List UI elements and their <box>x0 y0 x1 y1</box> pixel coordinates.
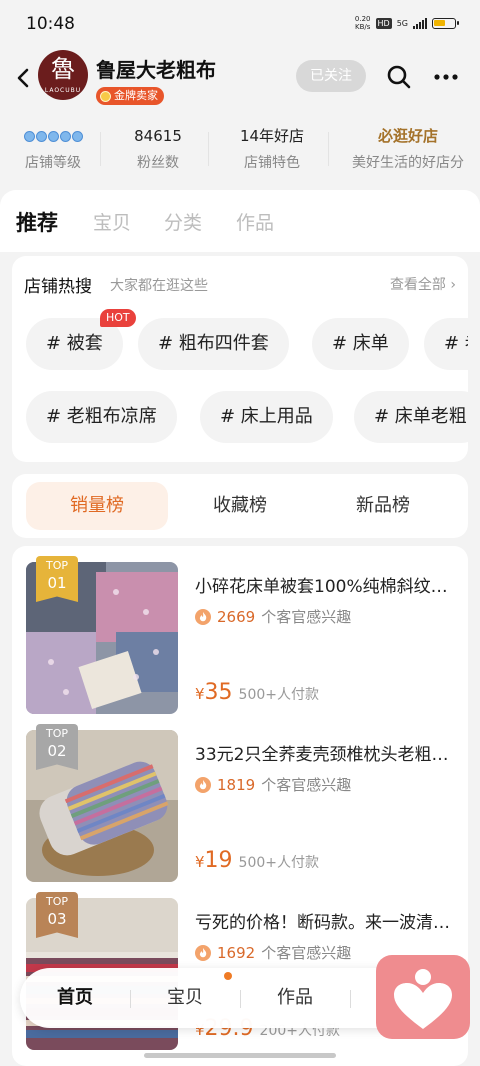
hot-chip[interactable]: # 老粗布凉席 <box>26 391 177 443</box>
stat-good-shop[interactable]: 必逛好店 美好生活的好店分 <box>336 120 480 174</box>
product-title[interactable]: 小碎花床单被套100%纯棉斜纹老粗布四件套 <box>195 572 453 597</box>
tab-recommend[interactable]: 推荐 <box>16 207 58 237</box>
stat-shop-level[interactable]: 店铺等级 <box>18 120 88 174</box>
network-type: 5G <box>396 18 408 28</box>
see-all-link[interactable]: 查看全部 › <box>390 274 456 294</box>
hot-tag: HOT <box>100 309 136 327</box>
battery-icon <box>432 17 459 29</box>
medal-icon <box>100 90 111 102</box>
nav-works[interactable]: 作品 <box>240 968 350 1028</box>
favorite-button[interactable] <box>376 955 470 1039</box>
shop-logo[interactable]: 魯 LAOCUBU <box>38 50 88 100</box>
nav-home[interactable]: 首页 <box>20 968 130 1028</box>
fire-icon <box>195 608 211 625</box>
interest-count: 1819 个客官感兴趣 <box>195 774 351 795</box>
hot-chip[interactable]: # 老 <box>424 318 468 370</box>
hd-icon: HD <box>375 17 392 29</box>
product-item[interactable]: TOP 02 33元2只全荞麦壳颈椎枕头老粗布枕套 1819 个客官感兴趣 ¥1… <box>12 714 468 882</box>
hot-search-card: 店铺热搜 大家都在逛这些 查看全部 › # 被套 HOT # 粗布四件套 # 床… <box>12 256 468 462</box>
stat-shop-feature[interactable]: 14年好店 店铺特色 <box>226 120 318 174</box>
product-title[interactable]: 亏死的价格！断码款。来一波清仓老粗布 <box>195 908 453 933</box>
new-dot-icon <box>224 972 232 980</box>
search-icon[interactable] <box>386 64 412 90</box>
product-price: ¥19 500+人付款 <box>195 848 319 873</box>
interest-count: 1692 个客官感兴趣 <box>195 942 351 963</box>
status-icons: 0.20 KB/s HD 5G <box>354 15 459 31</box>
clock: 10:48 <box>26 14 75 34</box>
rank-tab-new[interactable]: 新品榜 <box>312 482 454 530</box>
more-icon[interactable] <box>432 64 460 90</box>
hot-chip[interactable]: # 床单 <box>312 318 409 370</box>
product-title[interactable]: 33元2只全荞麦壳颈椎枕头老粗布枕套 <box>195 740 453 765</box>
hot-chip[interactable]: # 粗布四件套 <box>138 318 289 370</box>
shop-tabs: 推荐 宝贝 分类 作品 <box>0 190 480 252</box>
top-rank-badge: TOP 03 <box>36 892 78 938</box>
tab-items[interactable]: 宝贝 <box>93 208 131 235</box>
heart-icon <box>394 969 452 1029</box>
follow-button[interactable]: 已关注 <box>296 60 366 92</box>
home-indicator <box>144 1053 336 1058</box>
ranking-tabs: 销量榜 收藏榜 新品榜 <box>12 474 468 538</box>
hot-search-subtitle: 大家都在逛这些 <box>110 278 208 294</box>
status-bar: 10:48 0.20 KB/s HD 5G <box>0 0 480 48</box>
hot-chip[interactable]: # 床单老粗 <box>354 391 468 443</box>
tab-works[interactable]: 作品 <box>236 208 274 235</box>
shop-stats: 店铺等级 84615 粉丝数 14年好店 店铺特色 必逛好店 美好生活的好店分 <box>0 120 480 180</box>
top-rank-badge: TOP 02 <box>36 724 78 770</box>
interest-count: 2669 个客官感兴趣 <box>195 606 351 627</box>
rank-tab-favorites[interactable]: 收藏榜 <box>169 482 311 530</box>
gold-seller-badge: 金牌卖家 <box>96 87 164 105</box>
stat-fans[interactable]: 84615 粉丝数 <box>118 120 198 174</box>
fire-icon <box>195 944 211 961</box>
rank-tab-sales[interactable]: 销量榜 <box>26 482 168 530</box>
fire-icon <box>195 776 211 793</box>
product-price: ¥35 500+人付款 <box>195 680 319 705</box>
hot-chip[interactable]: # 床上用品 <box>200 391 333 443</box>
shop-name: 鲁屋大老粗布 <box>96 58 216 82</box>
tab-categories[interactable]: 分类 <box>164 208 202 235</box>
hot-search-title: 店铺热搜 <box>24 277 92 297</box>
product-item[interactable]: TOP 01 小碎花床单被套100%纯棉斜纹老粗布四件套 2669 个客官感兴趣… <box>12 546 468 714</box>
top-rank-badge: TOP 01 <box>36 556 78 602</box>
level-crowns-icon <box>18 120 88 152</box>
back-arrow-icon[interactable] <box>12 66 36 90</box>
network-speed: 0.20 KB/s <box>354 15 371 31</box>
signal-icon <box>413 17 427 29</box>
